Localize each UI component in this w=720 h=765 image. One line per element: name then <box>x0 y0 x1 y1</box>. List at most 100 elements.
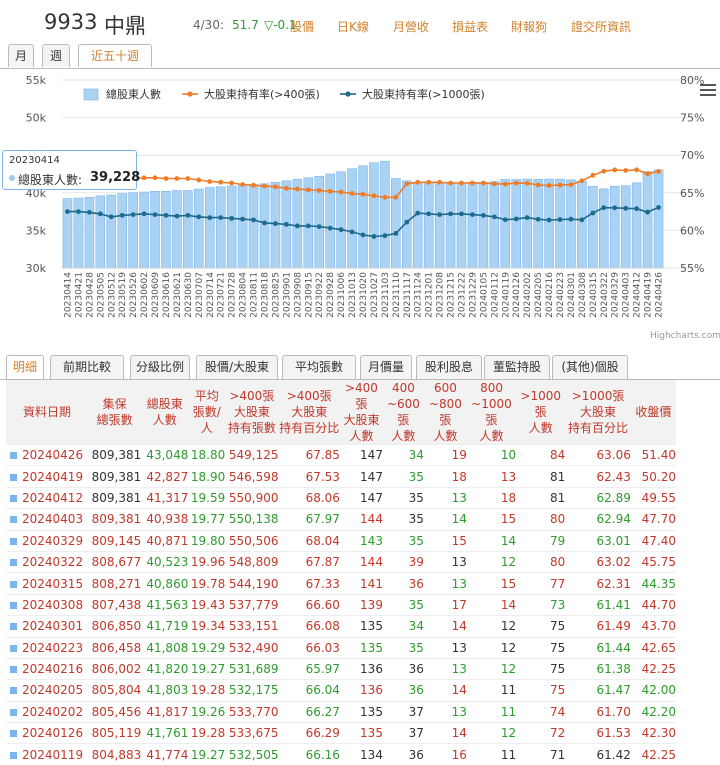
series-400-point[interactable] <box>262 183 267 189</box>
nav-daily-kline[interactable]: 日K線 <box>337 18 369 35</box>
series-400-point[interactable] <box>557 182 563 188</box>
bar-shareholders[interactable] <box>412 181 423 269</box>
bar-shareholders[interactable] <box>478 181 489 269</box>
series-1000-point[interactable] <box>349 229 355 235</box>
series-400-point[interactable] <box>426 179 432 185</box>
bar-shareholders[interactable] <box>183 190 193 269</box>
series-400-point[interactable] <box>283 185 289 191</box>
series-1000-point[interactable] <box>448 211 453 217</box>
bar-shareholders[interactable] <box>117 193 127 269</box>
legend-label[interactable]: 總股東人數 <box>106 87 161 101</box>
series-400-point[interactable] <box>481 180 486 186</box>
series-400-point[interactable] <box>459 180 464 186</box>
series-1000-point[interactable] <box>612 205 618 211</box>
series-1000-point[interactable] <box>546 217 552 223</box>
nav-stock-price[interactable]: 股價 <box>290 18 314 35</box>
series-400-point[interactable] <box>590 172 596 178</box>
series-400-point[interactable] <box>513 180 519 186</box>
bar-shareholders[interactable] <box>544 178 554 269</box>
range-tab-month[interactable]: 月 <box>8 44 34 67</box>
series-400-point[interactable] <box>645 171 650 177</box>
bar-shareholders[interactable] <box>522 178 532 269</box>
bar-shareholders[interactable] <box>533 178 543 269</box>
series-400-point[interactable] <box>327 188 333 194</box>
series-1000-point[interactable] <box>141 211 147 217</box>
bar-shareholders[interactable] <box>434 183 445 269</box>
tab-dividends[interactable]: 股利股息 <box>416 355 482 379</box>
series-1000-point[interactable] <box>426 211 432 217</box>
series-1000-point[interactable] <box>491 214 497 220</box>
tab-monthly-volume[interactable]: 月價量 <box>360 355 412 379</box>
series-1000-point[interactable] <box>524 215 530 221</box>
series-400-point[interactable] <box>579 178 585 184</box>
series-400-point[interactable] <box>470 180 475 186</box>
series-400-point[interactable] <box>218 179 224 185</box>
bar-shareholders[interactable] <box>566 179 576 269</box>
series-1000-point[interactable] <box>415 210 421 216</box>
series-1000-point[interactable] <box>196 214 202 220</box>
bar-shareholders[interactable] <box>226 185 237 269</box>
series-400-point[interactable] <box>382 194 388 200</box>
series-400-point[interactable] <box>415 179 421 185</box>
series-400-point[interactable] <box>568 182 574 188</box>
bar-shareholders[interactable] <box>73 197 84 269</box>
series-1000-point[interactable] <box>283 221 289 227</box>
series-1000-point[interactable] <box>513 216 519 222</box>
bar-shareholders[interactable] <box>204 187 215 269</box>
series-400-point[interactable] <box>273 184 278 190</box>
series-400-point[interactable] <box>360 191 366 197</box>
series-400-point[interactable] <box>174 176 180 181</box>
series-1000-point[interactable] <box>251 217 256 223</box>
tab-other-stocks[interactable]: (其他)個股 <box>552 355 628 379</box>
series-1000-point[interactable] <box>568 216 574 222</box>
series-1000-point[interactable] <box>481 212 486 218</box>
series-400-point[interactable] <box>316 188 322 193</box>
tab-average-lots[interactable]: 平均張數 <box>282 355 356 379</box>
bar-shareholders[interactable] <box>609 185 620 269</box>
bar-shareholders[interactable] <box>172 190 182 269</box>
nav-income-statement[interactable]: 損益表 <box>452 18 488 35</box>
series-1000-point[interactable] <box>229 215 235 221</box>
bar-shareholders[interactable] <box>456 182 467 269</box>
series-1000-point[interactable] <box>502 217 508 223</box>
bar-shareholders[interactable] <box>620 185 631 269</box>
series-400-point[interactable] <box>152 175 158 181</box>
series-400-point[interactable] <box>196 177 202 183</box>
series-1000-point[interactable] <box>108 214 114 220</box>
bar-shareholders[interactable] <box>631 182 642 269</box>
series-1000-point[interactable] <box>240 216 246 222</box>
bar-shareholders[interactable] <box>95 195 106 269</box>
series-1000-point[interactable] <box>86 209 92 215</box>
series-1000-point[interactable] <box>459 211 464 217</box>
series-1000-point[interactable] <box>207 215 213 221</box>
series-1000-point[interactable] <box>294 223 300 229</box>
series-400-point[interactable] <box>393 194 399 200</box>
series-1000-point[interactable] <box>557 217 563 222</box>
series-1000-point[interactable] <box>360 232 366 238</box>
bar-shareholders[interactable] <box>467 181 478 269</box>
series-1000-point[interactable] <box>152 212 158 218</box>
bar-shareholders[interactable] <box>391 178 401 269</box>
series-400-point[interactable] <box>185 176 191 181</box>
series-1000-point[interactable] <box>470 212 475 218</box>
series-400-point[interactable] <box>623 168 629 173</box>
series-400-point[interactable] <box>207 179 213 184</box>
series-1000-point[interactable] <box>371 234 377 239</box>
series-1000-point[interactable] <box>185 212 191 218</box>
tab-price-major-holders[interactable]: 股價/大股東 <box>196 355 278 379</box>
tab-detail[interactable]: 明細 <box>6 355 44 379</box>
series-1000-point[interactable] <box>404 219 410 225</box>
bar-shareholders[interactable] <box>445 183 456 269</box>
bar-shareholders[interactable] <box>325 173 335 269</box>
nav-twse-info[interactable]: 證交所資訊 <box>571 18 631 35</box>
series-1000-point[interactable] <box>634 206 640 212</box>
tab-director-holdings[interactable]: 董監持股 <box>484 355 550 379</box>
bar-shareholders[interactable] <box>150 190 160 269</box>
series-1000-point[interactable] <box>305 223 311 229</box>
highcharts-credit[interactable]: Highcharts.com <box>650 331 720 341</box>
bar-shareholders[interactable] <box>653 169 664 269</box>
series-1000-point[interactable] <box>437 212 443 218</box>
bar-shareholders[interactable] <box>369 162 379 269</box>
series-400-point[interactable] <box>634 167 640 173</box>
bar-shareholders[interactable] <box>642 171 653 269</box>
